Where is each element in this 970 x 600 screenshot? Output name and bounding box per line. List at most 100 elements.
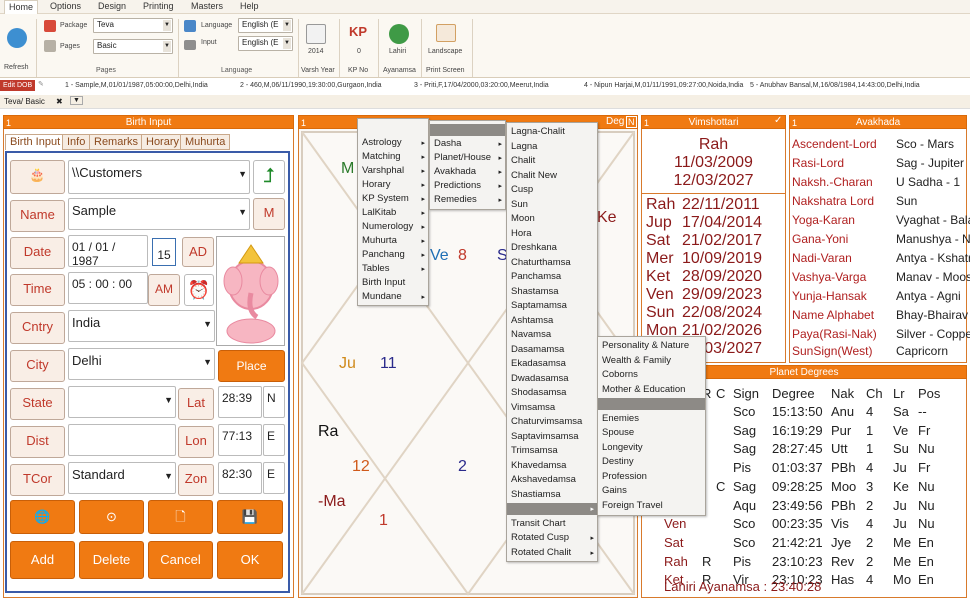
charts-item-bhava[interactable] (507, 503, 597, 515)
menu-home[interactable]: Home (4, 0, 39, 14)
charts-item[interactable]: Chalit New (511, 170, 557, 181)
menu-help[interactable]: Help (240, 1, 259, 11)
submenu-item-remedies[interactable]: Remedies (434, 194, 477, 205)
bhava-item[interactable]: Personality & Nature (602, 340, 689, 351)
charts-item[interactable]: Akshavedamsa (511, 474, 576, 485)
antardasha-row[interactable]: Sun 22/08/2024 (646, 304, 762, 322)
antardasha-row[interactable]: Rah 22/11/2011 (646, 196, 760, 214)
pencil-icon[interactable]: ✎ (38, 80, 44, 88)
globe-button-icon[interactable]: 🌐 (10, 500, 75, 534)
menu-item-horary[interactable]: Horary (362, 179, 391, 190)
menu-item-astrology[interactable]: Astrology (362, 137, 402, 148)
bhava-item[interactable]: Profession (602, 471, 647, 482)
charts-item[interactable]: Cusp (511, 184, 533, 195)
charts-item[interactable]: Dreshkana (511, 242, 557, 253)
longitude-direction[interactable]: E (263, 424, 285, 456)
menu-item-matching[interactable]: Matching (362, 151, 401, 162)
bhava-item[interactable]: Longevity (602, 442, 643, 453)
menu-item-lalkitab[interactable]: LalKitab (362, 207, 396, 218)
menu-options[interactable]: Options (50, 1, 81, 11)
refresh-icon[interactable] (7, 28, 27, 48)
charts-item[interactable]: Transit Chart (511, 518, 566, 529)
zone-button[interactable]: Zon (178, 464, 214, 496)
record-item[interactable]: 3 - Priti,F,17/04/2000,03:20:00,Meerut,I… (414, 82, 549, 89)
customer-icon[interactable]: 🎂 (10, 160, 65, 194)
globe-icon[interactable] (389, 24, 409, 44)
date-input[interactable]: 01 / 01 / 1987 (68, 235, 148, 268)
package-select[interactable]: Teva ▼ (93, 18, 173, 33)
menu-design[interactable]: Design (98, 1, 126, 11)
state-select[interactable]: ▼ (68, 386, 176, 418)
bhava-item-highlighted[interactable] (598, 398, 705, 410)
charts-item[interactable]: Sun (511, 199, 528, 210)
charts-item[interactable]: Shastiamsa (511, 489, 561, 500)
latitude-input[interactable]: 28:39 (218, 386, 262, 418)
latitude-direction[interactable]: N (263, 386, 285, 418)
charts-item[interactable]: Navamsa (511, 329, 551, 340)
lat-button[interactable]: Lat (178, 388, 214, 420)
input-select[interactable]: English (E ▼ (238, 36, 293, 51)
doc-tab[interactable]: Teva/ Basic (4, 97, 45, 106)
language-select[interactable]: English (E ▼ (238, 18, 293, 33)
charts-item[interactable]: Chalit (511, 155, 535, 166)
target-button-icon[interactable]: ⊙ (79, 500, 144, 534)
zone-direction[interactable]: E (263, 462, 285, 494)
submenu-item-planet-house[interactable]: Planet/House (434, 152, 491, 163)
submenu-item-charts[interactable] (430, 124, 505, 136)
customer-folder-select[interactable]: \\Customers ▼ (68, 160, 250, 194)
country-select[interactable]: India ▼ (68, 310, 215, 342)
city-select[interactable]: Delhi ▼ (68, 348, 215, 380)
record-item[interactable]: 2 - 460,M,06/11/1990,19:30:00,Gurgaon,In… (240, 82, 382, 89)
calendar-icon[interactable] (306, 24, 326, 44)
menu-item-top[interactable] (362, 122, 365, 133)
menu-item-varshphal[interactable]: Varshphal (362, 165, 404, 176)
kp-no-label[interactable]: KP No (348, 67, 368, 74)
charts-item[interactable]: Dasamamsa (511, 344, 564, 355)
charts-item[interactable]: Saptamamsa (511, 300, 567, 311)
add-button[interactable]: Add (10, 541, 75, 579)
load-record-icon[interactable]: ⮥ (253, 160, 285, 194)
pages-select[interactable]: Basic ▼ (93, 39, 173, 54)
tab-muhurta[interactable]: Muhurta (180, 134, 231, 150)
charts-item[interactable]: Shodasamsa (511, 387, 566, 398)
tab-birth-input[interactable]: Birth Input (5, 134, 66, 150)
charts-item[interactable]: Shastamsa (511, 286, 559, 297)
charts-item[interactable]: Ekadasamsa (511, 358, 566, 369)
menu-masters[interactable]: Masters (191, 1, 223, 11)
submenu-item-predictions[interactable]: Predictions (434, 180, 481, 191)
alarm-icon[interactable]: ⏰ (184, 274, 214, 306)
am-button[interactable]: AM (148, 274, 180, 306)
time-correction-select[interactable]: Standard ▼ (68, 462, 176, 494)
menu-item-kp-system[interactable]: KP System (362, 193, 409, 204)
record-item[interactable]: 1 - Sample,M,01/01/1987,05:00:00,Delhi,I… (65, 82, 208, 89)
menu-item-birth-input[interactable]: Birth Input (362, 277, 405, 288)
time-input[interactable]: 05 : 00 : 00 (68, 272, 148, 304)
gender-button[interactable]: M (253, 198, 285, 230)
charts-item[interactable]: Panchamsa (511, 271, 561, 282)
menu-item-tables[interactable]: Tables (362, 263, 389, 274)
charts-item[interactable]: Ashtamsa (511, 315, 553, 326)
charts-item[interactable]: Saptavimsamsa (511, 431, 579, 442)
calendar-picker-icon[interactable]: 15 (152, 238, 176, 266)
bhava-item[interactable]: Spouse (602, 427, 634, 438)
print-screen-label[interactable]: Print Screen (426, 67, 465, 74)
menu-item-mundane[interactable]: Mundane (362, 291, 402, 302)
bhava-item[interactable]: Destiny (602, 456, 634, 467)
charts-item[interactable]: Chaturvimsamsa (511, 416, 582, 427)
record-item[interactable]: 5 - Anubhav Bansal,M,16/08/1984,14:43:00… (750, 82, 920, 89)
kp-icon[interactable]: KP (349, 24, 367, 39)
district-input[interactable] (68, 424, 176, 456)
charts-item[interactable]: Rotated Cusp (511, 532, 569, 543)
menu-item-numerology[interactable]: Numerology (362, 221, 413, 232)
charts-item[interactable]: Moon (511, 213, 535, 224)
delete-button[interactable]: Delete (79, 541, 144, 579)
charts-item[interactable]: Vimsamsa (511, 402, 555, 413)
antardasha-row[interactable]: Mer 10/09/2019 (646, 250, 762, 268)
charts-item[interactable]: Lagna (511, 141, 537, 152)
edit-dob-button[interactable]: Edit DOB (0, 80, 36, 91)
longitude-input[interactable]: 77:13 (218, 424, 262, 456)
place-finder-button[interactable]: Place Finder (218, 350, 285, 403)
antardasha-row[interactable]: Jup 17/04/2014 (646, 214, 762, 232)
ok-button[interactable]: OK (217, 541, 283, 579)
new-document-icon[interactable]: 🗋 (148, 500, 213, 534)
